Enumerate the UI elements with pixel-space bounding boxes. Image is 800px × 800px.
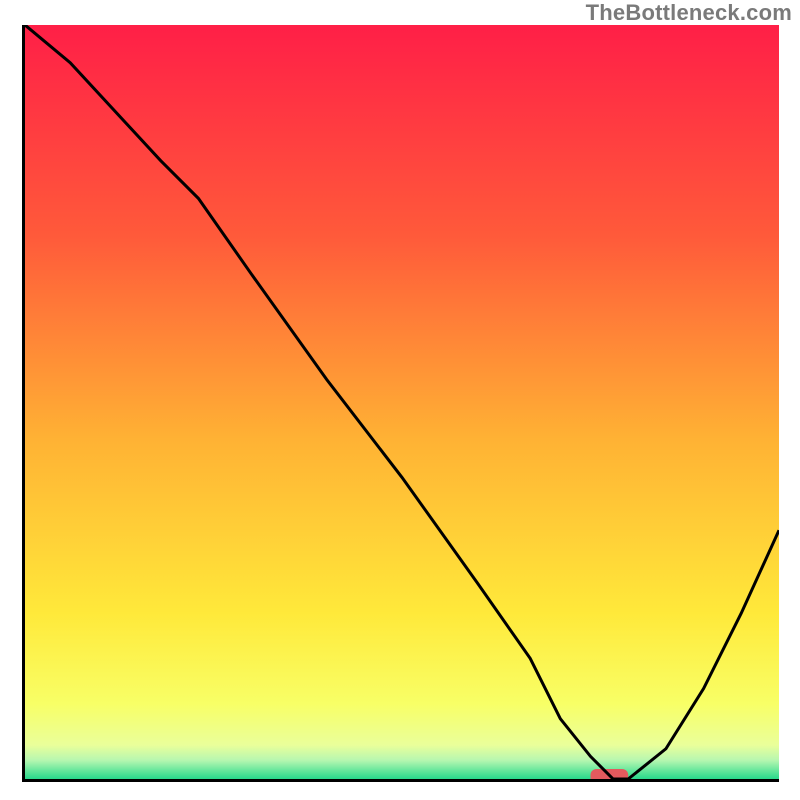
bottleneck-curve [25,25,779,779]
watermark-text: TheBottleneck.com [586,0,792,26]
plot-area [22,25,779,782]
chart-canvas: TheBottleneck.com [0,0,800,800]
